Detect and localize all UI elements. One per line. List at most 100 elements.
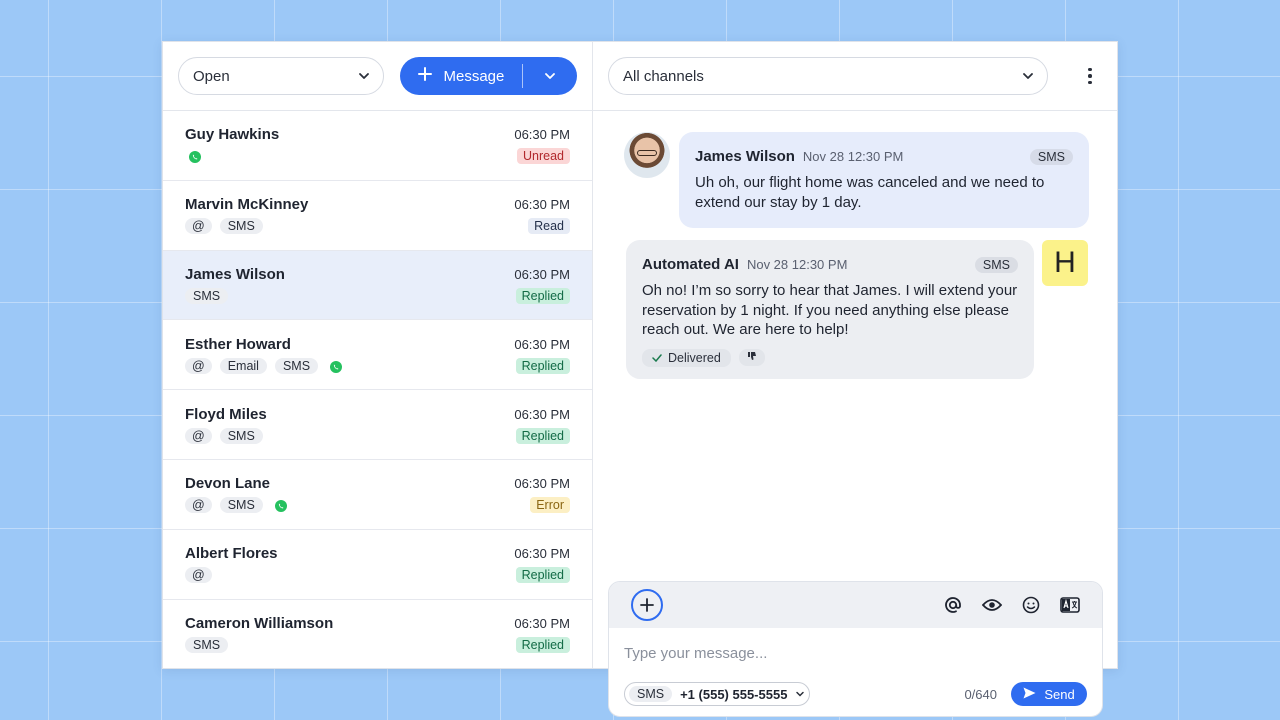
- status-filter-select[interactable]: Open: [178, 57, 384, 95]
- conversation-item[interactable]: James Wilson 06:30 PM SMS Replied: [163, 250, 592, 321]
- conversation-time: 06:30 PM: [514, 546, 570, 562]
- channel-tag: SMS: [219, 218, 263, 235]
- delivered-label: Delivered: [668, 350, 721, 365]
- message-text: Uh oh, our flight home was canceled and …: [695, 174, 1045, 211]
- contact-name: James Wilson: [185, 265, 285, 283]
- message-channel-tag: SMS: [1029, 148, 1073, 165]
- contact-name: Devon Lane: [185, 475, 271, 493]
- conversation-item[interactable]: Guy Hawkins 06:30 PM Unread: [163, 111, 592, 181]
- status-badge: Replied: [515, 287, 570, 304]
- new-message-dropdown[interactable]: [523, 57, 577, 95]
- new-message-button[interactable]: Message: [399, 57, 577, 95]
- new-message-label: Message: [443, 67, 505, 85]
- chevron-down-icon: [1023, 71, 1033, 81]
- conversation-item[interactable]: Devon Lane 06:30 PM @ SMS Error: [163, 460, 592, 530]
- conversation-list: Guy Hawkins 06:30 PM Unread Marvin McKinney…: [163, 111, 592, 668]
- conversation-time: 06:30 PM: [514, 266, 570, 282]
- channel-tag: SMS: [274, 357, 319, 374]
- conversation-time: 06:30 PM: [514, 406, 570, 422]
- plus-icon: [417, 67, 432, 85]
- channel-tags: @ Email SMS: [185, 357, 343, 374]
- status-badge: Replied: [515, 427, 570, 444]
- send-label: Send: [1044, 686, 1075, 702]
- agent-avatar: H: [1042, 240, 1088, 286]
- mention-tag: @: [185, 218, 212, 235]
- conversation-panel-header: Open Message: [163, 42, 592, 111]
- contact-name: Marvin McKinney: [185, 196, 309, 214]
- status-badge: Read: [528, 218, 570, 235]
- new-message-main[interactable]: Message: [400, 57, 523, 95]
- composer-toolbar: [609, 582, 1102, 628]
- thumbs-down-icon[interactable]: [738, 349, 765, 366]
- contact-name: Albert Flores: [185, 545, 278, 563]
- inbox-app: Open Message Guy Hawkins 06:30 PM Unread…: [162, 41, 1118, 717]
- mention-tag: @: [185, 357, 212, 374]
- conversation-item[interactable]: Albert Flores 06:30 PM @ Replied: [163, 530, 592, 600]
- contact-name: Guy Hawkins: [185, 126, 280, 144]
- status-badge: Replied: [515, 357, 570, 374]
- send-icon: [1023, 687, 1036, 702]
- message-input[interactable]: Type your message...: [609, 628, 1102, 682]
- composer-tools: [942, 595, 1080, 616]
- contact-name: Floyd Miles: [185, 405, 267, 423]
- character-counter: 0/640: [964, 686, 997, 702]
- channel-tags: @ SMS: [185, 218, 263, 235]
- more-options-icon[interactable]: [1078, 64, 1102, 88]
- sender-phone-number: +1 (555) 555-5555: [680, 686, 788, 702]
- channel-tags: @ SMS: [185, 427, 263, 444]
- message-composer: Type your message... SMS +1 (555) 555-55…: [608, 581, 1103, 717]
- mention-tag: @: [185, 497, 212, 514]
- channel-tag: SMS: [219, 497, 263, 514]
- send-button[interactable]: Send: [1011, 682, 1087, 706]
- channel-tags: SMS: [185, 636, 229, 653]
- message-text: Oh no! I’m so sorry to hear that James. …: [642, 282, 1018, 338]
- message-time: Nov 28 12:30 PM: [746, 257, 848, 272]
- conversation-item[interactable]: Esther Howard 06:30 PM @ Email SMS Replied: [163, 320, 592, 391]
- whatsapp-icon: [330, 360, 343, 373]
- delivered-status: Delivered: [642, 348, 731, 367]
- conversation-item[interactable]: Floyd Miles 06:30 PM @ SMS Replied: [163, 390, 592, 460]
- status-badge: Replied: [515, 636, 570, 653]
- conversation-time: 06:30 PM: [514, 336, 570, 352]
- translate-icon[interactable]: [1059, 595, 1080, 616]
- message-time: Nov 28 12:30 PM: [802, 149, 904, 164]
- channel-filter-select[interactable]: All channels: [608, 57, 1048, 95]
- sender-number-select[interactable]: SMS +1 (555) 555-5555: [624, 682, 811, 706]
- avatar: [624, 132, 670, 178]
- mention-tag: @: [185, 567, 212, 584]
- chevron-down-icon: [545, 71, 555, 81]
- chevron-down-icon: [358, 71, 369, 81]
- status-filter-value: Open: [193, 67, 230, 85]
- channel-tag: SMS: [219, 427, 263, 444]
- channel-tag: Email: [219, 357, 267, 374]
- whatsapp-icon: [189, 150, 201, 164]
- contact-name: Esther Howard: [185, 335, 291, 353]
- composer-footer: SMS +1 (555) 555-5555 0/640 Send: [609, 682, 1102, 706]
- incoming-message: James Wilson Nov 28 12:30 PM SMS Uh oh, …: [679, 132, 1089, 228]
- status-badge: Error: [530, 497, 570, 514]
- add-attachment-button[interactable]: [631, 589, 663, 621]
- emoji-icon[interactable]: [1020, 595, 1041, 616]
- mention-icon[interactable]: [942, 595, 963, 616]
- conversation-time: 06:30 PM: [514, 197, 570, 213]
- sender-channel-tag: SMS: [629, 686, 673, 702]
- thread-header: All channels: [593, 42, 1117, 111]
- message-channel-tag: SMS: [974, 256, 1018, 273]
- message-sender: James Wilson: [695, 148, 795, 165]
- channel-tags: @: [185, 567, 212, 584]
- channel-tag: SMS: [185, 287, 229, 304]
- message-thread: James Wilson Nov 28 12:30 PM SMS Uh oh, …: [593, 111, 1117, 717]
- status-badge: Unread: [517, 148, 570, 165]
- thread-panel: All channels James Wilson Nov 28 12:30 P…: [593, 42, 1117, 717]
- conversation-time: 06:30 PM: [514, 615, 570, 631]
- mention-tag: @: [185, 427, 212, 444]
- status-badge: Replied: [515, 567, 570, 584]
- channel-tags: [185, 148, 201, 164]
- conversation-item[interactable]: Marvin McKinney 06:30 PM @ SMS Read: [163, 181, 592, 251]
- eye-icon[interactable]: [981, 595, 1002, 616]
- contact-name: Cameron Williamson: [185, 614, 334, 632]
- channel-tag: SMS: [185, 636, 229, 653]
- conversation-item[interactable]: Cameron Williamson 06:30 PM SMS Replied: [163, 600, 592, 668]
- check-icon: [652, 351, 662, 365]
- channel-tags: @ SMS: [185, 497, 287, 514]
